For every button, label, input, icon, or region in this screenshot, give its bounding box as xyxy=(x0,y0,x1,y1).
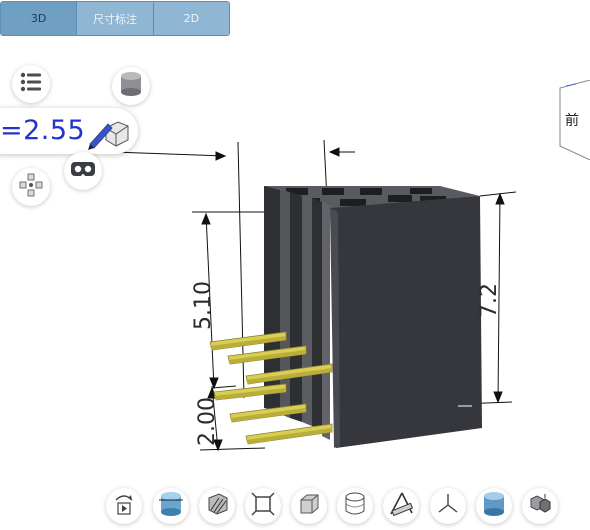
axes-icon xyxy=(436,492,460,520)
wireframe-cylinder-icon xyxy=(343,491,367,521)
measurement-readout: =2.55 xyxy=(0,115,86,146)
list-icon xyxy=(20,72,42,96)
dimension-label-5-10: 5.10 xyxy=(191,281,216,330)
cubes-move-icon xyxy=(18,172,44,202)
bottom-toolbar xyxy=(0,488,590,530)
list-menu-button[interactable] xyxy=(12,65,50,103)
hatch-cube-icon xyxy=(205,492,229,520)
vr-headset-icon xyxy=(70,160,96,182)
hatch-cube-button[interactable] xyxy=(199,488,235,524)
rotate-play-icon xyxy=(112,492,136,520)
pencil-cube-icon xyxy=(88,121,130,154)
material-cylinder-icon xyxy=(482,491,506,521)
fit-view-icon xyxy=(251,492,275,520)
explode-icon xyxy=(528,492,552,520)
measure-pencil-button[interactable] xyxy=(88,114,130,150)
fit-view-button[interactable] xyxy=(245,488,281,524)
cylinder-view-button[interactable] xyxy=(112,67,150,105)
wireframe-cylinder-button[interactable] xyxy=(337,488,373,524)
measure-angle-icon xyxy=(388,491,414,521)
vr-button[interactable] xyxy=(64,152,102,190)
view-cube[interactable]: 前 xyxy=(556,79,590,161)
axes-button[interactable] xyxy=(430,488,466,524)
rotate-play-button[interactable] xyxy=(106,488,142,524)
view-cube-front-label: 前 xyxy=(565,113,579,129)
gray-cylinder-icon xyxy=(119,71,143,101)
dimension-label-2-00: 2.00 xyxy=(195,397,220,446)
material-cylinder-button[interactable] xyxy=(476,488,512,524)
solid-cube-icon xyxy=(297,492,321,520)
explode-move-button[interactable] xyxy=(12,168,50,206)
section-view-icon xyxy=(158,491,184,521)
measure-angle-button[interactable] xyxy=(383,488,419,524)
explode-button[interactable] xyxy=(522,488,558,524)
section-view-button[interactable] xyxy=(153,488,189,524)
solid-cube-button[interactable] xyxy=(291,488,327,524)
model-viewport[interactable]: 5.10 2.00 7.2 xyxy=(0,0,590,490)
dimension-label-7-2: 7.2 xyxy=(477,283,502,318)
